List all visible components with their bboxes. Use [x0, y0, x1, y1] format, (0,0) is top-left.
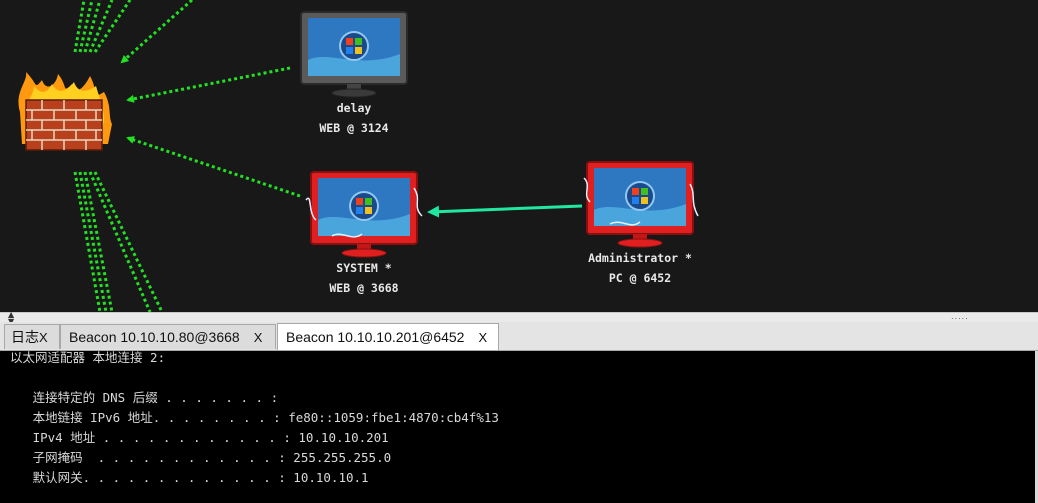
beacon-node-administrator[interactable]: Administrator * PC @ 6452 — [578, 160, 702, 288]
beacon-node-system[interactable]: SYSTEM * WEB @ 3668 — [302, 170, 426, 298]
beacon-desc-label: PC @ 6452 — [608, 271, 672, 285]
pivot-graph[interactable]: delay WEB @ 3124 SYSTEM * WEB @ 3668 Adm… — [0, 0, 1038, 312]
beacon-console-output[interactable]: 以太网适配器 本地连接 2: 连接特定的 DNS 后缀 . . . . . . … — [0, 351, 1038, 503]
pivot-links-upward — [73, 0, 193, 64]
tab-close-button[interactable]: X — [39, 330, 48, 345]
tab-label: 日志 — [11, 329, 39, 345]
tab-close-button[interactable]: X — [478, 330, 487, 345]
console-line: 本地链接 IPv6 地址. . . . . . . . : fe80::1059… — [10, 410, 499, 425]
beacon-node-delay[interactable]: delay WEB @ 3124 — [292, 10, 416, 138]
tab-close-button[interactable]: X — [254, 330, 263, 345]
beacon-user-label: Administrator * — [588, 251, 692, 265]
console-line: 默认网关. . . . . . . . . . . . . : 10.10.10… — [10, 470, 369, 485]
graph-links — [73, 0, 583, 312]
tab-event-log[interactable]: 日志 X — [4, 324, 60, 349]
link-system-to-firewall — [126, 136, 301, 198]
tab-label: Beacon 10.10.10.201@6452 — [286, 329, 465, 345]
beacon-user-label: delay — [336, 101, 372, 115]
tab-beacon-201[interactable]: Beacon 10.10.10.201@6452 X — [277, 323, 499, 350]
firewall-icon — [18, 72, 112, 151]
tab-label: Beacon 10.10.10.80@3668 — [69, 329, 240, 345]
firewall-node[interactable] — [12, 72, 118, 154]
pivot-links-downward — [73, 171, 164, 312]
monitor-compromised-icon — [305, 171, 423, 258]
tab-bar: 日志 X Beacon 10.10.10.80@3668 X Beacon 10… — [0, 322, 1038, 351]
console-line: 以太网适配器 本地连接 2: — [10, 351, 166, 365]
tab-beacon-80[interactable]: Beacon 10.10.10.80@3668 X — [60, 324, 276, 349]
link-delay-to-firewall — [126, 66, 291, 103]
beacon-user-label: SYSTEM * — [336, 261, 392, 275]
console-line: 连接特定的 DNS 后缀 . . . . . . . : — [10, 390, 279, 405]
console-line: 子网掩码 . . . . . . . . . . . . : 255.255.2… — [10, 450, 392, 465]
console-line: IPv4 地址 . . . . . . . . . . . . : 10.10.… — [10, 430, 389, 445]
link-admin-to-system — [427, 204, 583, 218]
monitor-icon — [300, 11, 408, 98]
splitter-grip[interactable]: ..... — [951, 312, 969, 321]
monitor-compromised-icon — [583, 161, 699, 248]
beacon-desc-label: WEB @ 3124 — [319, 121, 389, 135]
beacon-desc-label: WEB @ 3668 — [329, 281, 399, 295]
